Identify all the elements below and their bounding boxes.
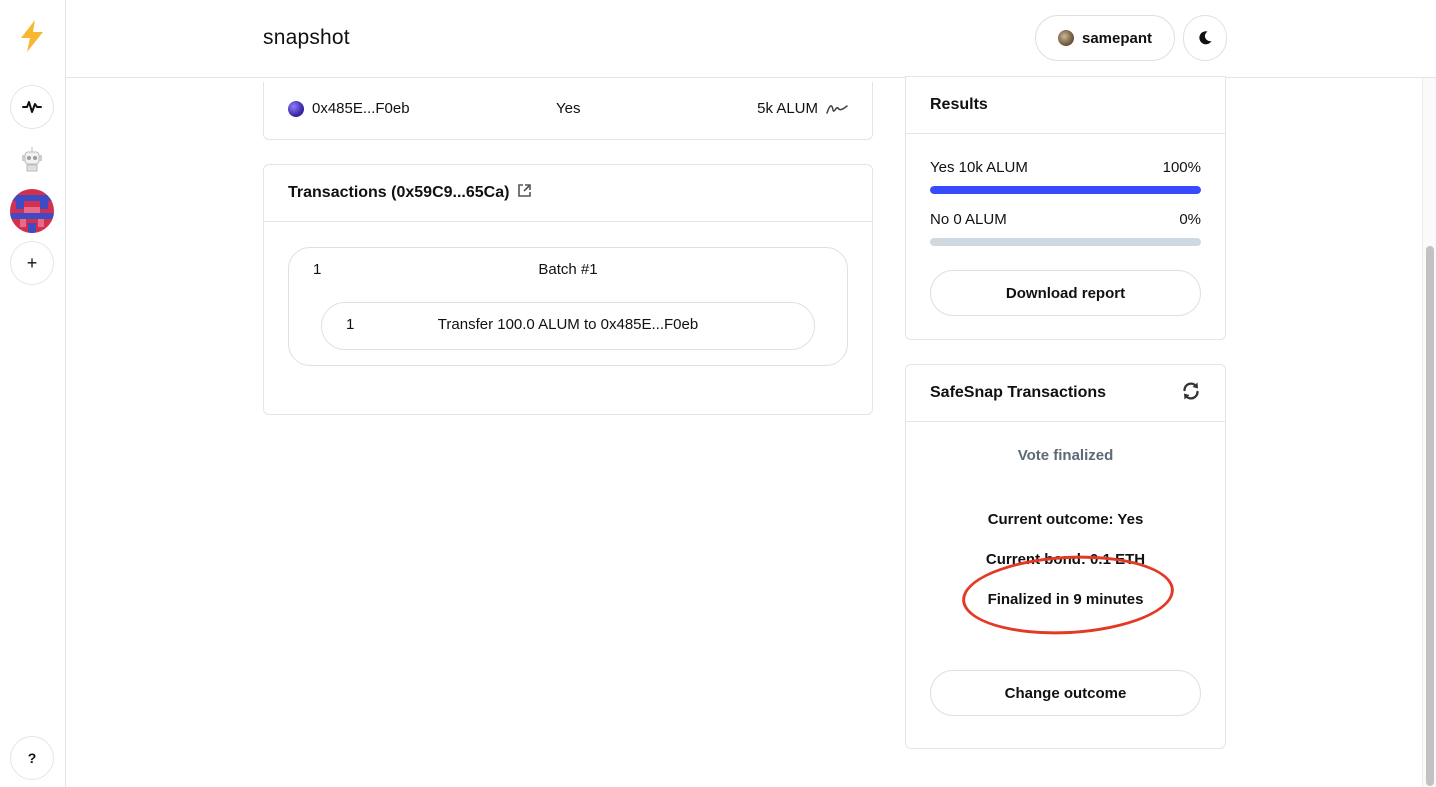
scrollbar-thumb[interactable] <box>1426 246 1434 786</box>
results-card: Results Yes 10k ALUM 100% No 0 ALUM 0% D… <box>905 76 1226 340</box>
result-choice-yes: Yes 10k ALUM 100% <box>930 159 1201 176</box>
results-header: Results <box>906 77 1225 134</box>
result-label: No 0 ALUM <box>930 211 1007 228</box>
add-space-button[interactable]: + <box>10 241 54 285</box>
result-bar-fill <box>930 186 1201 194</box>
moon-icon <box>1199 31 1212 45</box>
help-icon: ? <box>27 750 37 766</box>
transactions-card: Transactions (0x59C9...65Ca) 1 Batch #1 … <box>263 164 873 415</box>
scrollbar[interactable] <box>1422 78 1436 787</box>
vote-row: 0x485E...F0eb Yes 5k ALUM <box>263 82 873 140</box>
result-bar-no <box>930 238 1201 246</box>
change-outcome-button[interactable]: Change outcome <box>930 670 1201 716</box>
download-report-button[interactable]: Download report <box>930 270 1201 316</box>
help-button[interactable]: ? <box>10 736 54 780</box>
result-choice-no: No 0 ALUM 0% <box>930 211 1201 228</box>
finalized-time: Finalized in 9 minutes <box>987 591 1144 608</box>
transaction-label: Transfer 100.0 ALUM to 0x485E...F0eb <box>437 316 699 333</box>
current-bond: Current bond: 0.1 ETH <box>985 551 1146 568</box>
refresh-icon[interactable] <box>1181 381 1201 406</box>
sidebar: + ? <box>0 0 66 787</box>
result-percent: 0% <box>1179 211 1201 228</box>
current-outcome: Current outcome: Yes <box>987 511 1144 528</box>
batch-container[interactable]: 1 Batch #1 1 Transfer 100.0 ALUM to 0x48… <box>288 247 848 366</box>
voter-address: 0x485E...F0eb <box>312 100 410 117</box>
vote-status: Vote finalized <box>1017 447 1114 464</box>
result-bar-yes <box>930 186 1201 194</box>
safesnap-header: SafeSnap Transactions <box>906 365 1225 422</box>
account-button[interactable]: samepant <box>1035 15 1175 61</box>
vote-power-value: 5k ALUM <box>757 100 818 117</box>
transactions-header: Transactions (0x59C9...65Ca) <box>264 165 872 222</box>
snapshot-logo-icon[interactable] <box>17 18 47 54</box>
transactions-title: Transactions (0x59C9...65Ca) <box>288 184 510 201</box>
transaction-item[interactable]: 1 Transfer 100.0 ALUM to 0x485E...F0eb <box>321 302 815 350</box>
username-label: samepant <box>1081 29 1153 47</box>
result-percent: 100% <box>1162 159 1201 176</box>
plus-icon: + <box>26 252 38 273</box>
signature-icon[interactable] <box>826 102 848 116</box>
batch-label: Batch #1 <box>538 261 598 278</box>
safesnap-card: SafeSnap Transactions Vote finalized Cur… <box>905 364 1226 749</box>
activity-icon[interactable] <box>10 85 54 129</box>
vote-power: 5k ALUM <box>757 100 848 117</box>
brand-name[interactable]: snapshot <box>263 26 350 50</box>
theme-toggle-button[interactable] <box>1183 15 1227 61</box>
voter[interactable]: 0x485E...F0eb <box>288 100 410 117</box>
user-avatar <box>1057 30 1074 46</box>
external-link-icon[interactable] <box>517 183 532 203</box>
voter-avatar <box>288 100 304 117</box>
top-header: snapshot samepant <box>66 0 1436 78</box>
result-label: Yes 10k ALUM <box>930 159 1028 176</box>
results-title: Results <box>930 96 988 113</box>
space-avatar[interactable] <box>10 189 54 233</box>
vote-choice: Yes <box>556 100 581 117</box>
safesnap-title: SafeSnap Transactions <box>930 384 1107 401</box>
space-robot-icon[interactable] <box>16 143 48 175</box>
